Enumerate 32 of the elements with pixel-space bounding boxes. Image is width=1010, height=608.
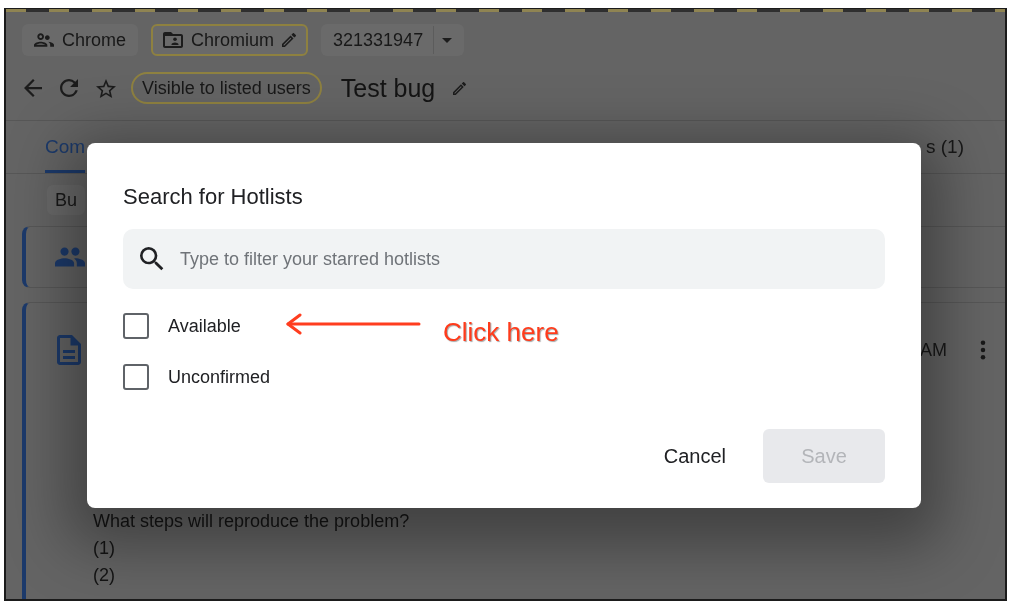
more-icon[interactable] <box>980 340 986 360</box>
checkbox[interactable] <box>123 364 149 390</box>
caret-icon <box>442 37 453 43</box>
people-icon <box>55 247 85 267</box>
dialog-title: Search for Hotlists <box>123 183 303 211</box>
filter-chip[interactable]: Bu <box>47 185 86 215</box>
component-chip[interactable]: Chrome <box>22 24 139 56</box>
back-arrow-icon[interactable] <box>24 79 42 97</box>
comment-line: What steps will reproduce the problem? <box>93 510 410 533</box>
comment-line: (2) <box>93 564 115 587</box>
people-icon <box>34 30 54 50</box>
project-chip[interactable]: Chromium <box>151 24 309 56</box>
annotation-text: Click here <box>443 317 559 347</box>
checkbox-label: Unconfirmed <box>168 366 271 388</box>
refresh-icon[interactable] <box>60 79 78 97</box>
issue-title: Test bug <box>340 73 436 103</box>
folder-icon <box>163 30 184 50</box>
star-icon[interactable] <box>96 78 116 98</box>
access-chip[interactable]: Visible to listed users <box>131 72 322 104</box>
document-icon <box>57 335 81 365</box>
issue-id-chip[interactable]: 321331947 <box>321 24 465 56</box>
pencil-icon[interactable] <box>453 81 467 95</box>
tab[interactable]: s (1) <box>926 121 964 173</box>
comment-line: (1) <box>93 537 115 560</box>
timestamp: AM <box>920 339 947 361</box>
search-icon <box>140 247 164 271</box>
checkbox-label: Available <box>168 315 241 337</box>
pencil-icon <box>282 33 297 47</box>
search-field[interactable]: Type to filter your starred hotlists <box>123 229 885 289</box>
cancel-button[interactable]: Cancel <box>645 429 744 483</box>
checkbox[interactable] <box>123 313 149 339</box>
left-arrow-icon <box>285 313 421 335</box>
